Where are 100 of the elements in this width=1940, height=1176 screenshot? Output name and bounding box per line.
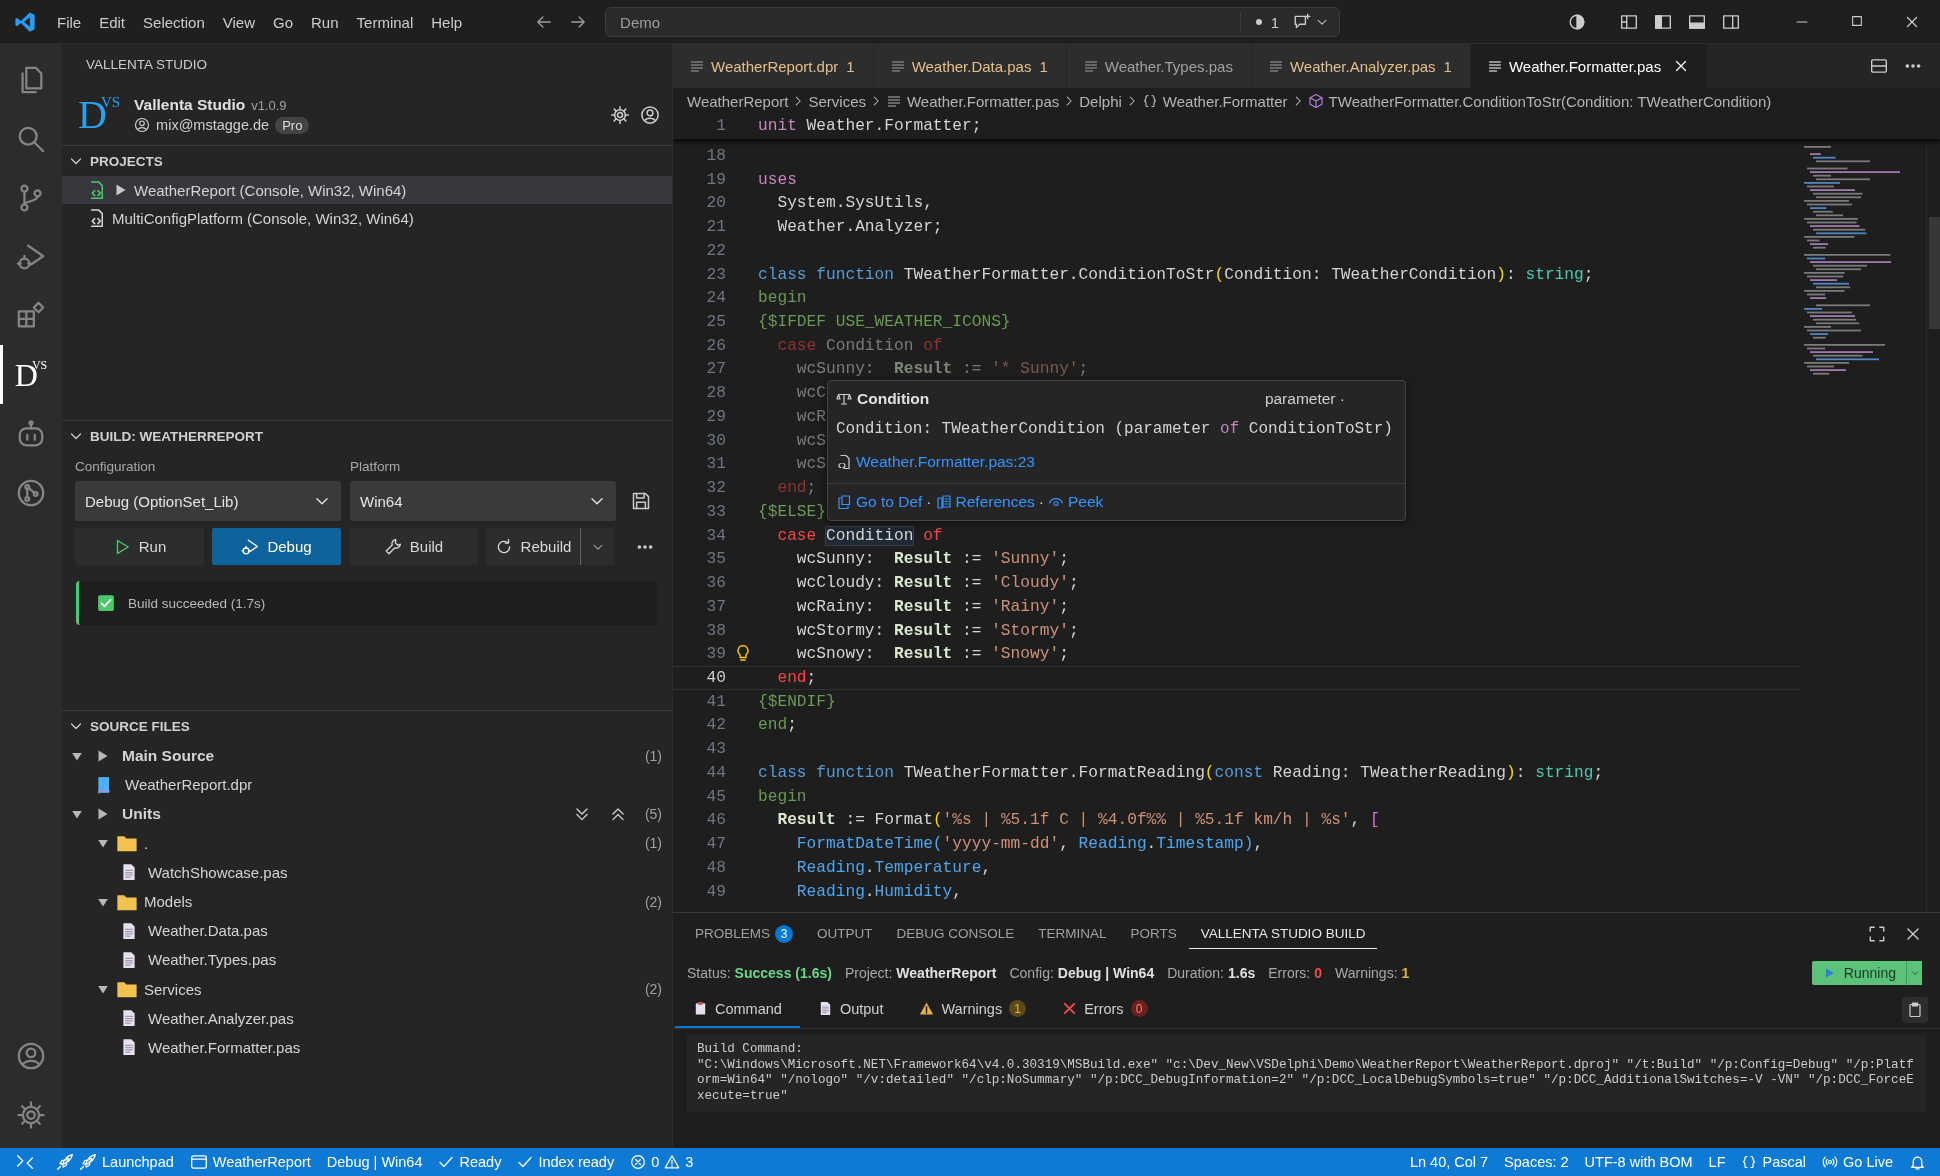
debug-button[interactable]: Debug	[212, 528, 341, 565]
panel-tab[interactable]: PORTS	[1118, 919, 1189, 949]
build-button[interactable]: Build	[349, 528, 478, 565]
close-icon[interactable]	[1904, 925, 1922, 943]
layout-icon[interactable]	[1620, 13, 1638, 31]
menu-item[interactable]: View	[213, 9, 264, 35]
half-circle-icon[interactable]	[1568, 13, 1586, 31]
scroll-thumb[interactable]	[1929, 217, 1940, 329]
status-item[interactable]: Launchpad	[48, 1148, 182, 1176]
chat-icon[interactable]	[1293, 13, 1312, 31]
tree-item[interactable]: Main Source (1)	[62, 741, 672, 771]
status-item[interactable]: Go Live	[1814, 1148, 1901, 1176]
status-item[interactable]: Debug | Win64	[318, 1148, 431, 1176]
window-icon	[189, 1153, 208, 1171]
status-item[interactable]: WeatherReport	[181, 1148, 319, 1176]
tree-item[interactable]: Weather.Formatter.pas	[62, 1032, 672, 1063]
search-field[interactable]: Demo 1	[605, 7, 1341, 37]
tree-item[interactable]: Models (2)	[62, 886, 672, 917]
tree-item[interactable]: Units (5)	[62, 799, 672, 829]
editor-tab[interactable]: Weather.Data.pas 1	[873, 44, 1067, 88]
close-icon[interactable]	[1904, 14, 1920, 30]
panel-tab[interactable]: VALLENTA STUDIO BUILD	[1188, 919, 1378, 949]
project-item[interactable]: WeatherReport (Console, Win32, Win64)	[62, 176, 672, 204]
section-header[interactable]: SOURCE FILES	[62, 711, 672, 741]
account-icon[interactable]	[640, 104, 660, 125]
breadcrumb[interactable]: TWeatherFormatter.ConditionToStr(Condition: TWeatherCondition)	[1307, 92, 1772, 110]
section-header[interactable]: BUILD: WEATHERREPORT	[62, 421, 672, 451]
forward-arrow-icon[interactable]	[569, 13, 588, 31]
running-button[interactable]: Running	[1811, 961, 1906, 985]
editor-tab[interactable]: WeatherReport.dpr 1	[673, 44, 874, 88]
configuration-dropdown[interactable]: Debug (OptionSet_Lib)	[75, 481, 341, 521]
project-item[interactable]: MultiConfigPlatform (Console, Win32, Win64)	[62, 204, 672, 232]
breadcrumb[interactable]: Services	[808, 92, 866, 110]
panel-tab[interactable]: PROBLEMS 3	[683, 919, 806, 949]
status-item[interactable]: Index ready	[509, 1148, 623, 1176]
tree-item[interactable]: Weather.Data.pas	[62, 916, 672, 946]
tree-item[interactable]: Services (2)	[62, 974, 672, 1004]
changes-indicator[interactable]: 1	[1239, 12, 1280, 32]
sidebar-toggle-icon[interactable]	[1654, 13, 1672, 31]
file-icon	[120, 863, 138, 882]
tree-item[interactable]: WatchShowcase.pas	[62, 857, 672, 887]
panel-tab[interactable]: TERMINAL	[1026, 919, 1119, 949]
lightbulb-icon[interactable]	[734, 644, 752, 663]
breadcrumb[interactable]: Weather.Formatter.pas	[886, 92, 1060, 110]
hover-action-link[interactable]: References	[935, 492, 1035, 511]
status-item[interactable]: Ln 40, Col 7	[1401, 1148, 1497, 1176]
breadcrumb[interactable]: Delphi	[1079, 92, 1122, 110]
status-item[interactable]: Pascal	[1733, 1148, 1814, 1176]
menu-item[interactable]: Terminal	[347, 9, 423, 35]
panel-tab[interactable]: DEBUG CONSOLE	[884, 919, 1027, 949]
status-item[interactable]: UTF-8 with BOM	[1576, 1148, 1701, 1176]
hover-action-link[interactable]: Go to Def	[836, 492, 923, 511]
run-button[interactable]: Run	[75, 528, 204, 565]
hover-action-link[interactable]: Peek	[1047, 492, 1104, 511]
git-graph-icon[interactable]	[16, 477, 46, 508]
summary-value: 1	[1401, 965, 1410, 981]
settings-icon[interactable]	[610, 104, 630, 125]
tree-item[interactable]: . (1)	[62, 828, 672, 858]
menu-item[interactable]: Edit	[90, 9, 135, 35]
menu-item[interactable]: Selection	[134, 9, 214, 35]
code-line: end;	[776, 668, 817, 689]
location-link[interactable]: Weather.Formatter.pas:23	[856, 453, 1035, 471]
menu-item[interactable]: Help	[422, 9, 472, 35]
maximize-icon[interactable]	[1850, 14, 1864, 28]
editor-tab[interactable]: Weather.Types.pas	[1066, 44, 1252, 88]
summary-label: Config:	[1009, 965, 1054, 981]
platform-dropdown[interactable]: Win64	[350, 481, 616, 521]
tree-item[interactable]: Weather.Types.pas	[62, 945, 672, 975]
output-tab[interactable]: Warnings 1	[901, 991, 1045, 1028]
robot-icon[interactable]	[16, 418, 46, 449]
line-number: 22	[705, 241, 726, 260]
error-icon	[1062, 1001, 1078, 1016]
section-header[interactable]: PROJECTS	[62, 146, 672, 176]
output-tab[interactable]: Errors 0	[1044, 991, 1166, 1028]
editor-tab[interactable]: Weather.Formatter.pas	[1470, 44, 1709, 88]
output-tab[interactable]: Output	[799, 991, 902, 1028]
panel-tab[interactable]: OUTPUT	[805, 919, 885, 949]
maximize-icon[interactable]	[1868, 925, 1886, 943]
tree-item[interactable]: Weather.Analyzer.pas	[62, 1003, 672, 1033]
problems-status[interactable]: 0 3	[622, 1148, 702, 1176]
clipboard-icon[interactable]	[1907, 1001, 1923, 1018]
breadcrumb[interactable]: Weather.Formatter	[1141, 92, 1288, 110]
menu-item[interactable]: File	[48, 9, 91, 35]
dropdown-button[interactable]	[580, 528, 614, 565]
status-item[interactable]: Spaces: 2	[1496, 1148, 1577, 1176]
back-arrow-icon[interactable]	[535, 13, 554, 31]
status-item[interactable]: Ready	[430, 1148, 510, 1176]
menu-item[interactable]: Run	[302, 9, 348, 35]
save-icon[interactable]	[631, 491, 651, 511]
breadcrumb[interactable]: WeatherReport	[687, 92, 789, 110]
split-editor-icon[interactable]	[1870, 57, 1888, 75]
panel-toggle-icon[interactable]	[1688, 13, 1706, 31]
tree-item[interactable]: WeatherReport.dpr	[62, 770, 672, 800]
editor-tab[interactable]: Weather.Analyzer.pas 1	[1251, 44, 1471, 88]
menu-item[interactable]: Go	[264, 9, 302, 35]
rebuild-button[interactable]: Rebuild	[486, 528, 580, 565]
hover-title: Condition	[857, 390, 930, 408]
code-line: {$ENDIF}	[758, 691, 836, 713]
status-item[interactable]: LF	[1700, 1148, 1734, 1176]
secondary-sidebar-icon[interactable]	[1722, 13, 1740, 31]
